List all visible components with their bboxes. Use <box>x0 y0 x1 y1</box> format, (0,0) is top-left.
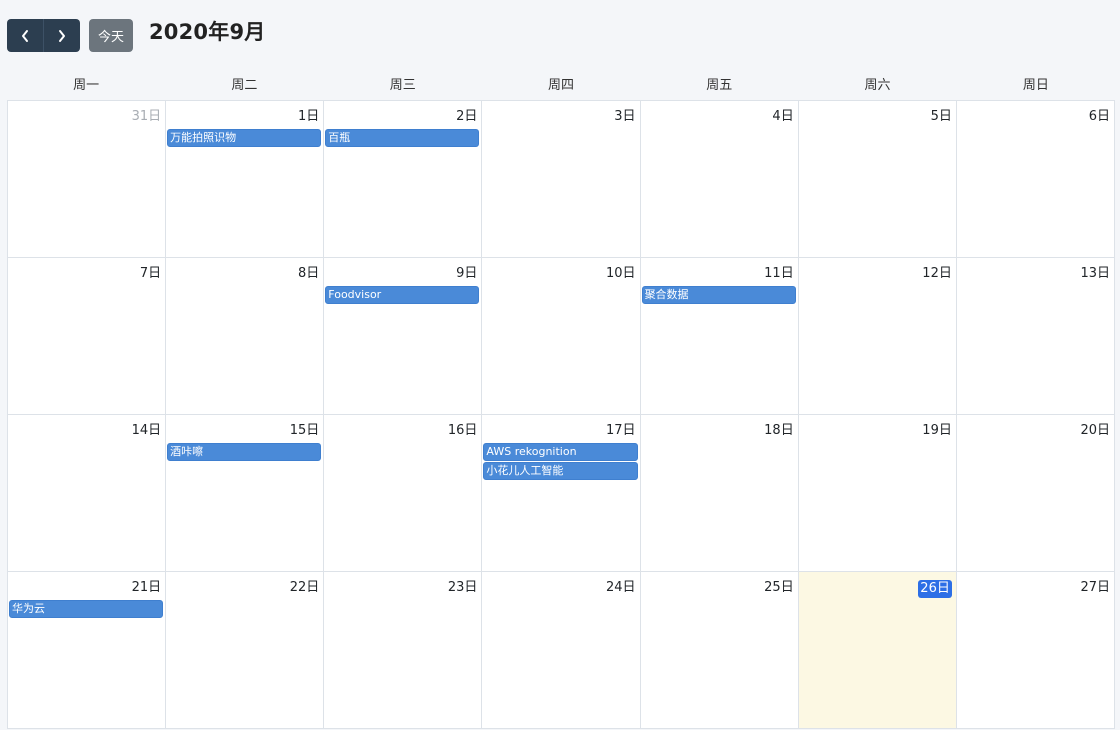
day-cell[interactable]: 12日 <box>798 258 957 415</box>
day-number[interactable]: 17日 <box>606 422 636 440</box>
day-number[interactable]: 12日 <box>922 265 952 283</box>
day-cell[interactable]: 10日 <box>482 258 641 415</box>
day-events: 酒咔嚓 <box>167 443 322 462</box>
calendar-event[interactable]: 小花儿人工智能 <box>483 462 638 480</box>
calendar-event[interactable]: 华为云 <box>9 600 164 618</box>
day-cell[interactable]: 16日 <box>324 415 483 572</box>
day-cell[interactable]: 31日 <box>8 101 167 258</box>
day-events: 华为云 <box>9 600 164 619</box>
calendar-event[interactable]: AWS rekognition <box>483 443 638 461</box>
day-number[interactable]: 14日 <box>132 422 162 440</box>
day-number[interactable]: 5日 <box>931 108 952 126</box>
day-number[interactable]: 23日 <box>448 579 478 597</box>
day-events: 聚合数据 <box>641 286 796 305</box>
month-title: 2020年9月 <box>149 20 266 44</box>
weekday-header-cell: 周二 <box>231 78 258 93</box>
day-number[interactable]: 18日 <box>764 422 794 440</box>
day-cell[interactable]: 9日 Foodvisor <box>324 258 483 415</box>
day-cell[interactable]: 3日 <box>482 101 641 258</box>
week-row: 14日 15日 酒咔嚓 16日 17日 AWS rekognition 小花儿人工智能 18日… <box>8 415 1115 572</box>
day-number[interactable]: 10日 <box>606 265 636 283</box>
weekday-header: 周一 周二 周三 周四 周五 周六 周日 <box>7 72 1115 100</box>
day-cell[interactable]: 20日 <box>956 415 1115 572</box>
day-events: Foodvisor <box>325 286 480 305</box>
month-grid: 31日 1日 万能拍照识物 2日 百瓶 3日 4日 5日 6日 7日 8日 9日 Foodvisor 10… <box>7 100 1115 729</box>
day-cell-today[interactable]: 26日 <box>798 572 957 729</box>
day-number[interactable]: 11日 <box>764 265 794 283</box>
day-cell[interactable]: 5日 <box>798 101 957 258</box>
weekday-header-cell: 周六 <box>864 78 891 93</box>
day-number[interactable]: 20日 <box>1080 422 1110 440</box>
weekday-header-cell: 周三 <box>389 78 416 93</box>
prev-month-button[interactable] <box>7 19 43 52</box>
day-number[interactable]: 1日 <box>298 108 319 126</box>
day-number[interactable]: 8日 <box>298 265 319 283</box>
day-number[interactable]: 16日 <box>448 422 478 440</box>
day-number[interactable]: 24日 <box>606 579 636 597</box>
day-cell[interactable]: 17日 AWS rekognition 小花儿人工智能 <box>482 415 641 572</box>
day-cell[interactable]: 2日百瓶 <box>324 101 483 258</box>
calendar-event[interactable]: 万能拍照识物 <box>167 129 322 147</box>
day-number[interactable]: 25日 <box>764 579 794 597</box>
chevron-left-icon <box>22 29 28 42</box>
day-cell[interactable]: 22日 <box>166 572 325 729</box>
calendar-event[interactable]: 酒咔嚓 <box>167 443 322 461</box>
day-cell[interactable]: 4日 <box>640 101 799 258</box>
month-calendar: 周一 周二 周三 周四 周五 周六 周日 31日 1日 万能拍照识物 2日 百瓶 3日 4日 5日 6日 7日… <box>7 72 1115 729</box>
week-row: 31日 1日 万能拍照识物 2日 百瓶 3日 4日 5日 6日 <box>8 101 1115 258</box>
day-number[interactable]: 7日 <box>140 265 161 283</box>
day-cell[interactable]: 6日 <box>956 101 1115 258</box>
weekday-header-cell: 周日 <box>1022 78 1049 93</box>
calendar-event[interactable]: 百瓶 <box>325 129 480 147</box>
day-cell[interactable]: 1日万能拍照识物 <box>166 101 325 258</box>
today-button[interactable]: 今天 <box>89 19 133 52</box>
weekday-header-cell: 周四 <box>547 78 574 93</box>
day-cell[interactable]: 8日 <box>166 258 325 415</box>
day-cell[interactable]: 19日 <box>798 415 957 572</box>
day-cell[interactable]: 24日 <box>482 572 641 729</box>
day-number[interactable]: 27日 <box>1080 579 1110 597</box>
day-number[interactable]: 19日 <box>922 422 952 440</box>
day-cell[interactable]: 7日 <box>8 258 167 415</box>
weekday-header-cell: 周五 <box>706 78 733 93</box>
day-cell[interactable]: 23日 <box>324 572 483 729</box>
day-number[interactable]: 2日 <box>456 108 477 126</box>
day-cell[interactable]: 27日 <box>956 572 1115 729</box>
week-row: 7日 8日 9日 Foodvisor 10日 11日 聚合数据 12日 13日 <box>8 258 1115 415</box>
next-month-button[interactable] <box>44 19 80 52</box>
day-number[interactable]: 9日 <box>456 265 477 283</box>
day-events: AWS rekognition 小花儿人工智能 <box>483 443 638 481</box>
calendar-event[interactable]: 聚合数据 <box>641 286 796 304</box>
day-events: 万能拍照识物 <box>167 129 322 148</box>
calendar-toolbar: 今天 2020年9月 <box>0 0 1120 70</box>
day-cell[interactable]: 11日聚合数据 <box>640 258 799 415</box>
day-cell[interactable]: 25日 <box>640 572 799 729</box>
day-number[interactable]: 13日 <box>1080 265 1110 283</box>
day-number[interactable]: 15日 <box>290 422 320 440</box>
day-cell[interactable]: 18日 <box>640 415 799 572</box>
chevron-right-icon <box>59 29 65 42</box>
nav-button-group <box>7 19 80 52</box>
day-cell[interactable]: 15日酒咔嚓 <box>166 415 325 572</box>
day-cell[interactable]: 21日华为云 <box>8 572 167 729</box>
day-events: 百瓶 <box>325 129 480 148</box>
day-number[interactable]: 4日 <box>772 108 793 126</box>
day-number[interactable]: 3日 <box>614 108 635 126</box>
day-cell[interactable]: 14日 <box>8 415 167 572</box>
week-row: 21日华为云 22日 23日 24日 25日 26日 27日 <box>8 572 1115 729</box>
day-number[interactable]: 21日 <box>132 579 162 597</box>
day-number[interactable]: 6日 <box>1089 108 1110 126</box>
calendar-event[interactable]: Foodvisor <box>325 286 480 304</box>
weekday-header-cell: 周一 <box>73 78 100 93</box>
day-cell[interactable]: 13日 <box>956 258 1115 415</box>
day-number[interactable]: 31日 <box>132 108 162 126</box>
day-number[interactable]: 26日 <box>918 580 952 598</box>
day-number[interactable]: 22日 <box>290 579 320 597</box>
